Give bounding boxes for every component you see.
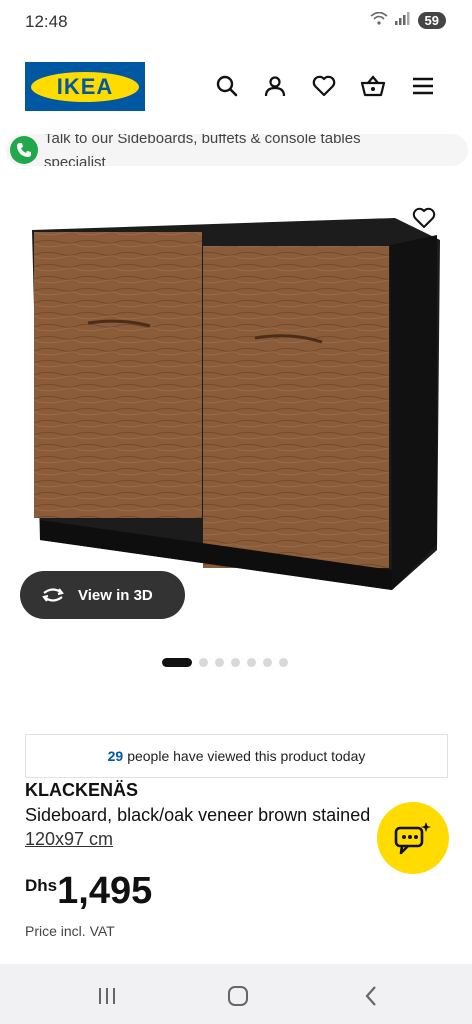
rotate-icon [42, 588, 64, 602]
recent-apps-icon[interactable] [93, 982, 121, 1010]
status-icons: 59 [370, 11, 446, 29]
home-icon[interactable] [224, 982, 252, 1010]
product-description: Sideboard, black/oak veneer brown staine… [25, 805, 371, 825]
specialist-chat-banner[interactable]: Talk to our Sideboards, buffets & consol… [6, 134, 468, 166]
viewed-count: 29 [107, 748, 124, 764]
search-icon[interactable] [213, 72, 241, 100]
product-size-link[interactable]: 120x97 cm [25, 829, 113, 850]
carousel-dot[interactable] [215, 658, 224, 667]
header: IKEA [0, 44, 472, 132]
carousel-dot[interactable] [199, 658, 208, 667]
wifi-icon [370, 11, 388, 29]
account-icon[interactable] [261, 72, 289, 100]
product-name: KLACKENÄS [25, 780, 139, 800]
view-in-3d-button[interactable]: View in 3D [20, 571, 185, 619]
view-in-3d-label: View in 3D [78, 586, 153, 604]
system-navigation-bar [0, 964, 472, 1024]
logo-text: IKEA [56, 73, 114, 99]
image-carousel-dots [162, 658, 288, 667]
menu-icon[interactable] [409, 72, 437, 100]
carousel-dot[interactable] [162, 658, 192, 667]
product-views-notice: 29 people have viewed this product today [25, 734, 448, 778]
product-price: Dhs 1,495 [25, 872, 152, 910]
price-currency: Dhs [25, 876, 58, 895]
status-time: 12:48 [25, 12, 68, 31]
chat-banner-text: Talk to our Sideboards, buffets & consol… [44, 134, 361, 166]
chat-sparkle-icon [394, 822, 431, 855]
signal-icon [394, 12, 412, 29]
product-image[interactable] [0, 190, 472, 630]
back-icon[interactable] [357, 982, 385, 1010]
cart-basket-icon[interactable] [359, 72, 387, 100]
phone-icon [10, 136, 38, 164]
carousel-dot[interactable] [247, 658, 256, 667]
status-bar: 12:48 59 [0, 0, 472, 44]
carousel-dot[interactable] [231, 658, 240, 667]
viewed-text: people have viewed this product today [127, 748, 366, 764]
battery-indicator: 59 [417, 12, 446, 29]
ikea-logo[interactable]: IKEA [25, 62, 145, 111]
favorite-heart-icon[interactable] [410, 204, 438, 232]
price-value: 1,495 [57, 870, 153, 912]
vat-note: Price incl. VAT [25, 923, 115, 939]
carousel-dot[interactable] [279, 658, 288, 667]
carousel-dot[interactable] [263, 658, 272, 667]
assistant-chat-button[interactable] [377, 802, 449, 874]
wishlist-heart-icon[interactable] [310, 72, 338, 100]
